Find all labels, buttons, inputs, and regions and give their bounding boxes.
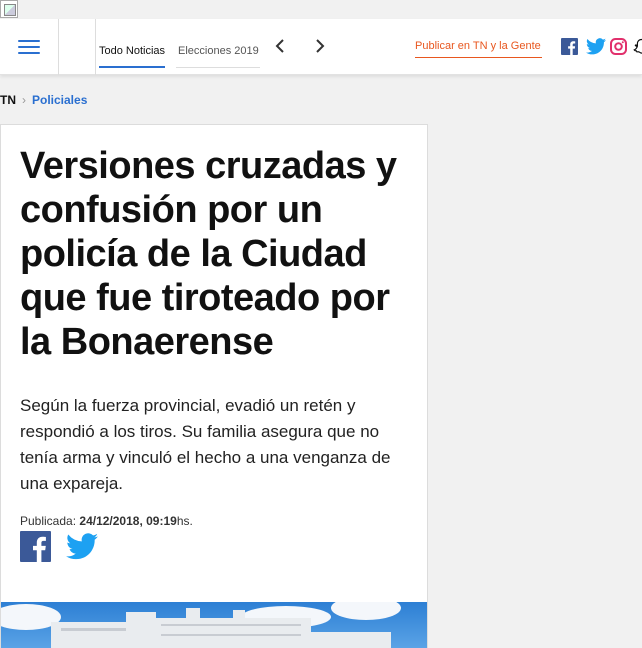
top-navigation-bar: Todo Noticias Elecciones 2019 Publicar e… [0, 19, 642, 75]
instagram-icon[interactable] [610, 38, 627, 55]
share-twitter-icon[interactable] [66, 533, 98, 565]
breadcrumb-separator-icon: › [22, 93, 26, 107]
nav-divider [58, 19, 59, 75]
breadcrumb: TN › Policiales [0, 93, 87, 107]
share-facebook-icon[interactable] [20, 531, 51, 567]
article-main-image [1, 602, 427, 648]
hamburger-menu-icon[interactable] [18, 40, 40, 54]
chevron-right-icon[interactable] [311, 38, 327, 54]
tab-underline [176, 67, 260, 68]
tab-todo-noticias[interactable]: Todo Noticias [99, 19, 166, 75]
publication-date: Publicada: 24/12/2018, 09:19hs. [20, 514, 193, 528]
article-headline: Versiones cruzadas y confusión por un po… [20, 145, 397, 363]
breadcrumb-category-link[interactable]: Policiales [32, 93, 87, 107]
published-label: Publicada: [20, 514, 77, 528]
facebook-icon[interactable] [561, 38, 578, 55]
nav-divider [95, 19, 96, 75]
breadcrumb-root-link[interactable]: TN [0, 93, 16, 107]
snapchat-icon[interactable] [633, 38, 642, 55]
chevron-left-icon[interactable] [273, 38, 289, 54]
twitter-icon[interactable] [586, 38, 606, 55]
published-suffix: hs. [176, 514, 193, 528]
article-lead: Según la fuerza provincial, evadió un re… [20, 396, 391, 493]
broken-image-icon [0, 0, 18, 18]
published-date-value: 24/12/2018, 09:19 [79, 514, 177, 528]
publish-in-tn-link[interactable]: Publicar en TN y la Gente [415, 40, 542, 58]
